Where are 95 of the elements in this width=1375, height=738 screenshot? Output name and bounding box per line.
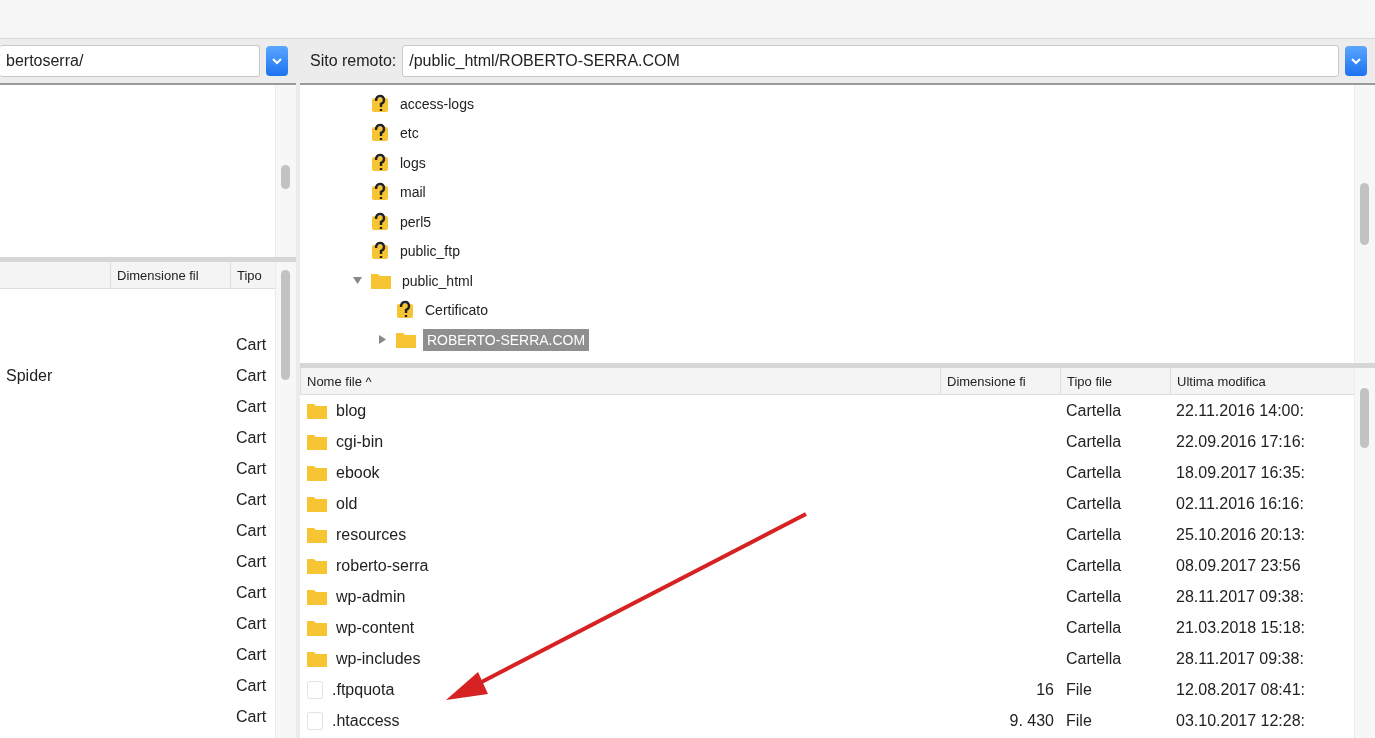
modified-date: 12.08.2017 08:41: xyxy=(1176,680,1305,699)
chevron-down-icon xyxy=(1351,57,1361,65)
file-type: Cart xyxy=(236,428,267,447)
file-type: Cartella xyxy=(1066,401,1122,420)
folder-icon xyxy=(395,330,417,349)
modified-date: 28.11.2017 09:38: xyxy=(1176,649,1304,668)
folder-icon xyxy=(370,271,392,290)
path-dropdown-button[interactable] xyxy=(1345,46,1367,76)
file-size: 9. 430 xyxy=(1009,711,1054,730)
scrollbar[interactable] xyxy=(1354,368,1375,738)
folder-icon xyxy=(306,649,328,668)
file-type: Cart xyxy=(236,614,267,633)
file-type: Cart xyxy=(236,583,267,602)
file-type: Cartella xyxy=(1066,494,1122,513)
folder-tree-item[interactable]: logs xyxy=(396,151,430,174)
collapsed-triangle-icon[interactable] xyxy=(377,335,387,345)
file-type: Cart xyxy=(236,397,267,416)
column-header[interactable]: Tipo file xyxy=(1060,368,1170,394)
question-folder-icon xyxy=(370,241,390,262)
file-type: Cart xyxy=(236,366,267,385)
modified-date: 08.09.2017 23:56 xyxy=(1176,556,1301,575)
remote-path-field[interactable]: /public_html/ROBERTO-SERRA.COM xyxy=(402,45,1339,77)
file-type: Cart xyxy=(236,645,267,664)
question-folder-icon xyxy=(370,211,390,232)
column-header[interactable]: Nome file ^ xyxy=(300,368,940,394)
file-name: blog xyxy=(336,401,367,420)
file-type: Cart xyxy=(236,490,267,509)
file-type: File xyxy=(1066,680,1092,699)
folder-tree-item[interactable]: perl5 xyxy=(396,210,436,233)
file-type: Cartella xyxy=(1066,649,1122,668)
file-name: roberto-serra xyxy=(336,556,429,575)
folder-icon xyxy=(306,587,328,606)
folder-icon xyxy=(306,432,328,451)
file-icon xyxy=(306,679,324,700)
folder-tree-item[interactable]: public_ftp xyxy=(396,240,464,263)
column-header[interactable]: Dimensione fi xyxy=(940,368,1060,394)
scrollbar[interactable] xyxy=(275,85,296,257)
question-folder-icon xyxy=(395,300,415,321)
file-name: ebook xyxy=(336,463,380,482)
file-icon xyxy=(306,710,324,731)
folder-tree-item[interactable]: etc xyxy=(396,122,423,145)
modified-date: 03.10.2017 12:28: xyxy=(1176,711,1305,730)
file-name: cgi-bin xyxy=(336,432,384,451)
modified-date: 02.11.2016 16:16: xyxy=(1176,494,1304,513)
folder-icon xyxy=(306,618,328,637)
folder-tree-item[interactable]: Certificato xyxy=(421,299,493,322)
chevron-down-icon xyxy=(272,57,282,65)
file-type: Cart xyxy=(236,521,267,540)
file-name: .ftpquota xyxy=(332,680,395,699)
modified-date: 25.10.2016 20:13: xyxy=(1176,525,1305,544)
file-type: Cartella xyxy=(1066,432,1122,451)
file-type: Cartella xyxy=(1066,618,1122,637)
folder-icon xyxy=(306,463,328,482)
scrollbar[interactable] xyxy=(275,262,296,738)
file-name: wp-content xyxy=(336,618,415,637)
question-folder-icon xyxy=(370,182,390,203)
file-type: Cartella xyxy=(1066,463,1122,482)
folder-icon xyxy=(306,494,328,513)
question-folder-icon xyxy=(370,123,390,144)
modified-date: 28.11.2017 09:38: xyxy=(1176,587,1304,606)
modified-date: 22.09.2016 17:16: xyxy=(1176,432,1305,451)
modified-date: 18.09.2017 16:35: xyxy=(1176,463,1305,482)
question-folder-icon xyxy=(370,152,390,173)
remote-site-label: Sito remoto: xyxy=(309,52,397,70)
file-size: 16 xyxy=(1036,680,1054,699)
file-type: Cart xyxy=(236,552,267,571)
file-type: Cartella xyxy=(1066,525,1122,544)
folder-icon xyxy=(306,401,328,420)
file-name: resources xyxy=(336,525,407,544)
local-path-field[interactable]: bertoserra/ xyxy=(0,45,260,77)
file-type: File xyxy=(1066,711,1092,730)
path-dropdown-button[interactable] xyxy=(266,46,288,76)
file-name: wp-admin xyxy=(336,587,406,606)
file-name: Spider xyxy=(6,366,53,385)
file-type: Cart xyxy=(236,707,267,726)
expanded-triangle-icon[interactable] xyxy=(352,276,362,286)
file-type: Cart xyxy=(236,335,267,354)
file-name: .htaccess xyxy=(332,711,400,730)
question-folder-icon xyxy=(370,93,390,114)
file-type: Cartella xyxy=(1066,587,1122,606)
file-type: Cartella xyxy=(1066,556,1122,575)
folder-icon xyxy=(306,556,328,575)
file-name: wp-includes xyxy=(336,649,421,668)
folder-icon xyxy=(306,525,328,544)
folder-tree-item[interactable]: public_html xyxy=(398,269,477,292)
file-type: Cart xyxy=(236,459,267,478)
column-header[interactable]: Ultima modifica xyxy=(1170,368,1340,394)
scrollbar[interactable] xyxy=(1354,85,1375,363)
modified-date: 21.03.2018 15:18: xyxy=(1176,618,1305,637)
file-name: old xyxy=(336,494,358,513)
modified-date: 22.11.2016 14:00: xyxy=(1176,401,1304,420)
folder-tree-item[interactable]: mail xyxy=(396,181,430,204)
column-header[interactable]: Dimensione fil xyxy=(110,262,230,288)
file-type: Cart xyxy=(236,676,267,695)
folder-tree-item[interactable]: access-logs xyxy=(396,92,478,115)
